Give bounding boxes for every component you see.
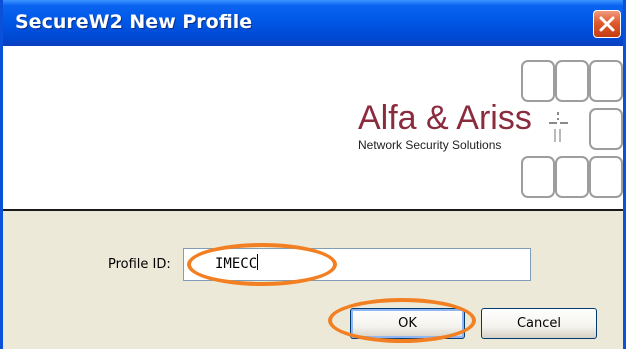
logo-box: [589, 108, 623, 150]
close-button[interactable]: [593, 10, 621, 38]
profile-id-input[interactable]: IMECC: [183, 248, 531, 281]
dialog-window: SecureW2 New Profile Alfa & Ariss Networ…: [0, 0, 626, 349]
text-caret: [257, 254, 259, 270]
logo-box: [555, 60, 589, 102]
logo-box: [589, 156, 623, 198]
logo-box: [555, 156, 589, 198]
logo-box: [521, 60, 555, 102]
logo-box: [589, 60, 623, 102]
title-bar[interactable]: SecureW2 New Profile: [3, 0, 623, 46]
company-tagline: Network Security Solutions: [358, 138, 502, 152]
profile-id-label: Profile ID:: [108, 257, 171, 272]
window-title: SecureW2 New Profile: [15, 11, 253, 33]
cancel-button[interactable]: Cancel: [481, 308, 597, 339]
brand-banner: Alfa & Ariss Network Security Solutions: [3, 46, 623, 209]
ok-button[interactable]: OK: [350, 308, 465, 339]
logo-box: [521, 156, 555, 198]
vendor-logo-icon: [549, 112, 568, 142]
close-icon: [599, 16, 615, 32]
banner-divider: [3, 209, 623, 211]
company-name: Alfa & Ariss: [358, 99, 532, 137]
profile-id-value: IMECC: [215, 256, 258, 272]
